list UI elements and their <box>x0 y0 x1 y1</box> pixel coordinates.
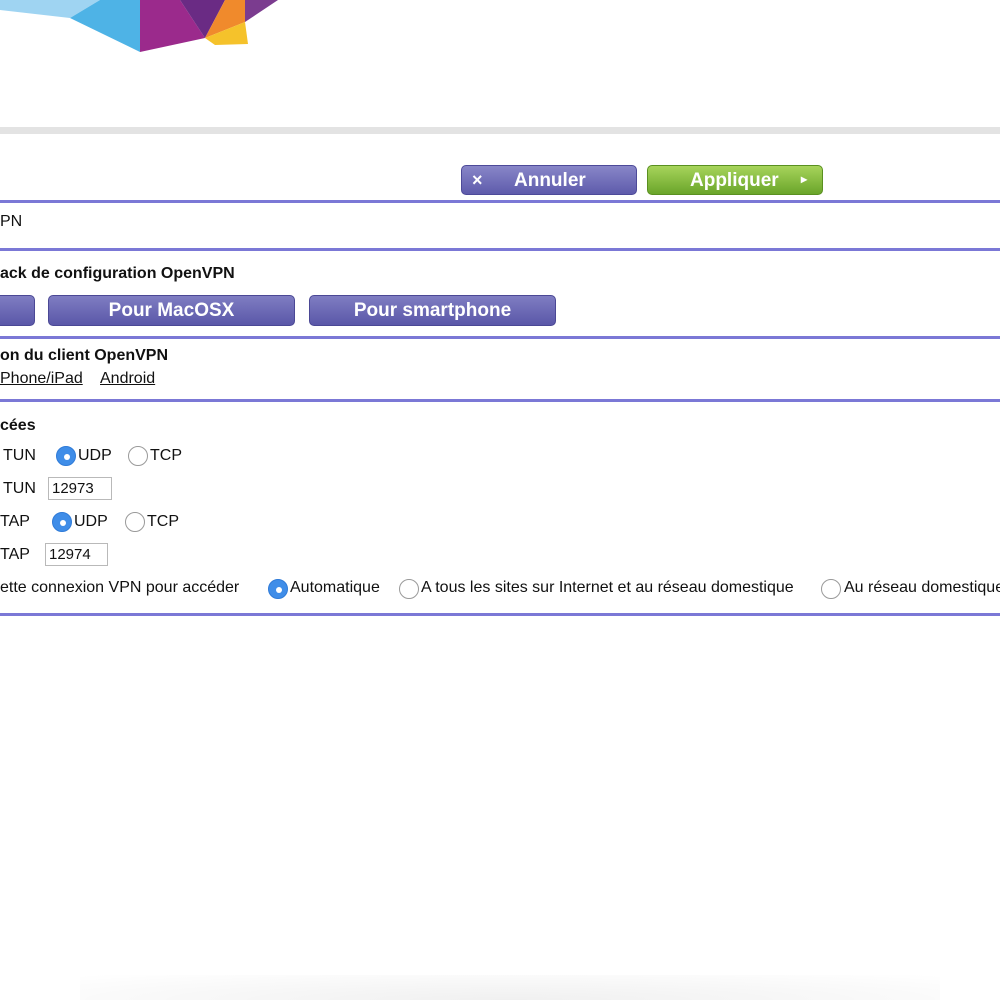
section-separator <box>0 200 1000 203</box>
link-iphone-ipad[interactable]: Phone/iPad <box>0 370 83 388</box>
tap-udp-radio[interactable] <box>52 512 72 532</box>
tap-tcp-label: TCP <box>147 513 179 530</box>
tap-tcp-radio[interactable] <box>125 512 145 532</box>
access-auto-label: Automatique <box>290 579 380 596</box>
tap-port-input[interactable] <box>45 543 108 566</box>
section-separator <box>0 613 1000 616</box>
page-shadow <box>80 975 940 1000</box>
tun-tcp-label: TCP <box>150 447 182 464</box>
access-all-label: A tous les sites sur Internet et au rése… <box>421 579 794 596</box>
link-android[interactable]: Android <box>100 370 155 388</box>
apply-button[interactable]: Appliquer ▸ <box>647 165 823 195</box>
tun-protocol-label: TUN <box>3 447 36 464</box>
section-separator <box>0 336 1000 339</box>
arrow-right-icon: ▸ <box>801 172 808 186</box>
tun-port-label: TUN <box>3 480 36 497</box>
access-home-radio[interactable] <box>821 579 841 599</box>
tun-udp-radio[interactable] <box>56 446 76 466</box>
pack-macosx-label: Pour MacOSX <box>108 299 235 321</box>
pack-smartphone-button[interactable]: Pour smartphone <box>309 295 556 326</box>
section-separator <box>0 248 1000 251</box>
tun-port-input[interactable] <box>48 477 112 500</box>
client-heading: on du client OpenVPN <box>0 347 169 364</box>
section-title: PN <box>0 213 23 230</box>
pack-macosx-button[interactable]: Pour MacOSX <box>48 295 295 326</box>
tun-udp-label: UDP <box>78 447 112 464</box>
access-label: ette connexion VPN pour accéder <box>0 579 240 596</box>
tap-protocol-label: TAP <box>0 513 30 530</box>
access-all-radio[interactable] <box>399 579 419 599</box>
apply-button-label: Appliquer <box>690 170 779 191</box>
cancel-button[interactable]: × Annuler <box>461 165 637 195</box>
section-separator <box>0 399 1000 402</box>
tap-udp-label: UDP <box>74 513 108 530</box>
advanced-heading: cées <box>0 417 36 434</box>
pack-windows-button[interactable] <box>0 295 35 326</box>
pack-smartphone-label: Pour smartphone <box>353 299 512 321</box>
cancel-button-label: Annuler <box>514 170 586 191</box>
access-home-label: Au réseau domestique <box>844 579 1000 596</box>
header-divider <box>0 127 1000 134</box>
tap-port-label: TAP <box>0 546 30 563</box>
brand-logo <box>0 0 278 52</box>
config-pack-heading: ack de configuration OpenVPN <box>0 265 235 282</box>
close-icon: × <box>472 170 483 190</box>
tun-tcp-radio[interactable] <box>128 446 148 466</box>
access-auto-radio[interactable] <box>268 579 288 599</box>
